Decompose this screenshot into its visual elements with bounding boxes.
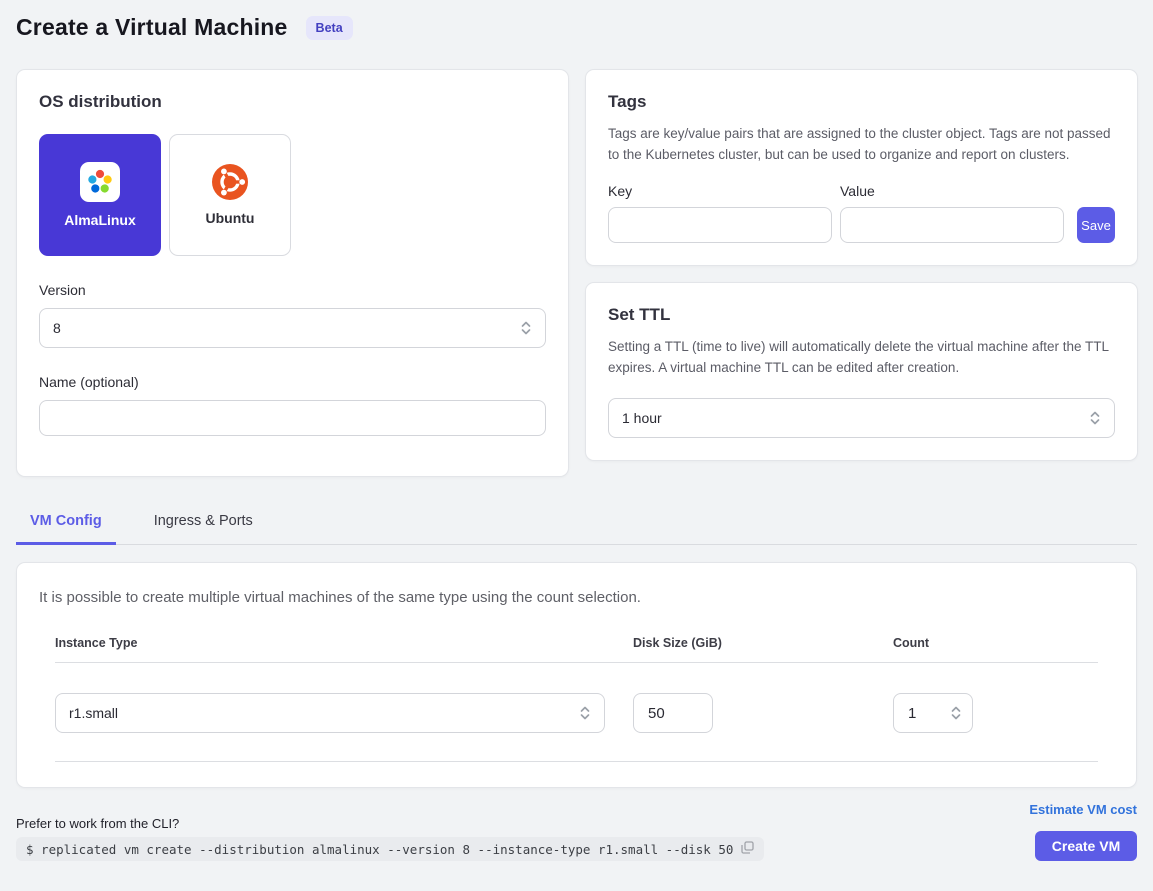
disk-size-input[interactable]	[633, 693, 713, 733]
vm-name-input[interactable]	[39, 400, 546, 436]
set-ttl-description: Setting a TTL (time to live) will automa…	[608, 337, 1115, 378]
vm-name-label: Name (optional)	[39, 374, 546, 390]
top-cards: OS distribution AlmaLinux	[16, 69, 1137, 477]
tab-ingress-ports[interactable]: Ingress & Ports	[140, 504, 267, 545]
vm-table-header: Instance Type Disk Size (GiB) Count	[55, 636, 1098, 663]
column-header-instance-type: Instance Type	[55, 636, 633, 650]
version-select-value: 8	[53, 320, 61, 336]
version-label: Version	[39, 282, 546, 298]
os-tile-almalinux[interactable]: AlmaLinux	[39, 134, 161, 256]
page-title: Create a Virtual Machine	[16, 14, 288, 41]
copy-icon[interactable]	[741, 841, 754, 857]
ubuntu-logo-icon	[212, 164, 248, 200]
almalinux-logo-icon	[80, 162, 120, 202]
page-footer: Prefer to work from the CLI? $ replicate…	[16, 802, 1137, 861]
estimate-vm-cost-link[interactable]: Estimate VM cost	[1029, 802, 1137, 817]
chevron-up-down-icon	[950, 705, 962, 721]
cli-command-box: $ replicated vm create --distribution al…	[16, 837, 764, 861]
config-tabs: VM Config Ingress & Ports	[16, 504, 1137, 545]
tags-heading: Tags	[608, 92, 1115, 112]
tags-description: Tags are key/value pairs that are assign…	[608, 124, 1115, 165]
save-tag-button[interactable]: Save	[1077, 207, 1115, 243]
os-tiles: AlmaLinux	[39, 134, 546, 256]
count-stepper[interactable]: 1	[893, 693, 973, 733]
ttl-select-value: 1 hour	[622, 410, 662, 426]
page-header: Create a Virtual Machine Beta	[16, 14, 1137, 41]
set-ttl-heading: Set TTL	[608, 305, 1115, 325]
count-value: 1	[908, 705, 916, 722]
right-column: Tags Tags are key/value pairs that are a…	[585, 69, 1138, 477]
os-tile-label: AlmaLinux	[64, 212, 136, 228]
tag-value-label: Value	[840, 183, 1072, 199]
instance-type-select[interactable]: r1.small	[55, 693, 605, 733]
vm-table: Instance Type Disk Size (GiB) Count r1.s…	[39, 636, 1114, 762]
tag-key-label: Key	[608, 183, 840, 199]
os-distribution-heading: OS distribution	[39, 92, 546, 112]
tab-vm-config[interactable]: VM Config	[16, 504, 116, 545]
os-tile-label: Ubuntu	[206, 210, 255, 226]
instance-type-value: r1.small	[69, 705, 118, 721]
tag-inputs-row: Save	[608, 207, 1115, 243]
beta-badge: Beta	[306, 16, 353, 40]
create-vm-button[interactable]: Create VM	[1035, 831, 1137, 861]
tag-key-input[interactable]	[608, 207, 832, 243]
chevron-up-down-icon	[579, 705, 591, 721]
set-ttl-card: Set TTL Setting a TTL (time to live) wil…	[585, 282, 1138, 461]
ttl-select[interactable]: 1 hour	[608, 398, 1115, 438]
cli-command: $ replicated vm create --distribution al…	[26, 842, 733, 857]
tags-card: Tags Tags are key/value pairs that are a…	[585, 69, 1138, 266]
column-header-count: Count	[893, 636, 1098, 650]
chevron-up-down-icon	[520, 320, 532, 336]
os-distribution-card: OS distribution AlmaLinux	[16, 69, 569, 477]
tag-value-input[interactable]	[840, 207, 1064, 243]
version-select[interactable]: 8	[39, 308, 546, 348]
footer-actions: Estimate VM cost Create VM	[1029, 802, 1137, 861]
tag-labels-row: Key Value	[608, 183, 1115, 207]
os-tile-ubuntu[interactable]: Ubuntu	[169, 134, 291, 256]
vm-table-row: r1.small 1	[55, 693, 1098, 762]
chevron-up-down-icon	[1089, 410, 1101, 426]
cli-prompt: Prefer to work from the CLI?	[16, 816, 764, 831]
cli-block: Prefer to work from the CLI? $ replicate…	[16, 816, 764, 861]
vm-config-card: It is possible to create multiple virtua…	[16, 562, 1137, 788]
vm-config-intro: It is possible to create multiple virtua…	[39, 589, 1114, 606]
column-header-disk-size: Disk Size (GiB)	[633, 636, 893, 650]
